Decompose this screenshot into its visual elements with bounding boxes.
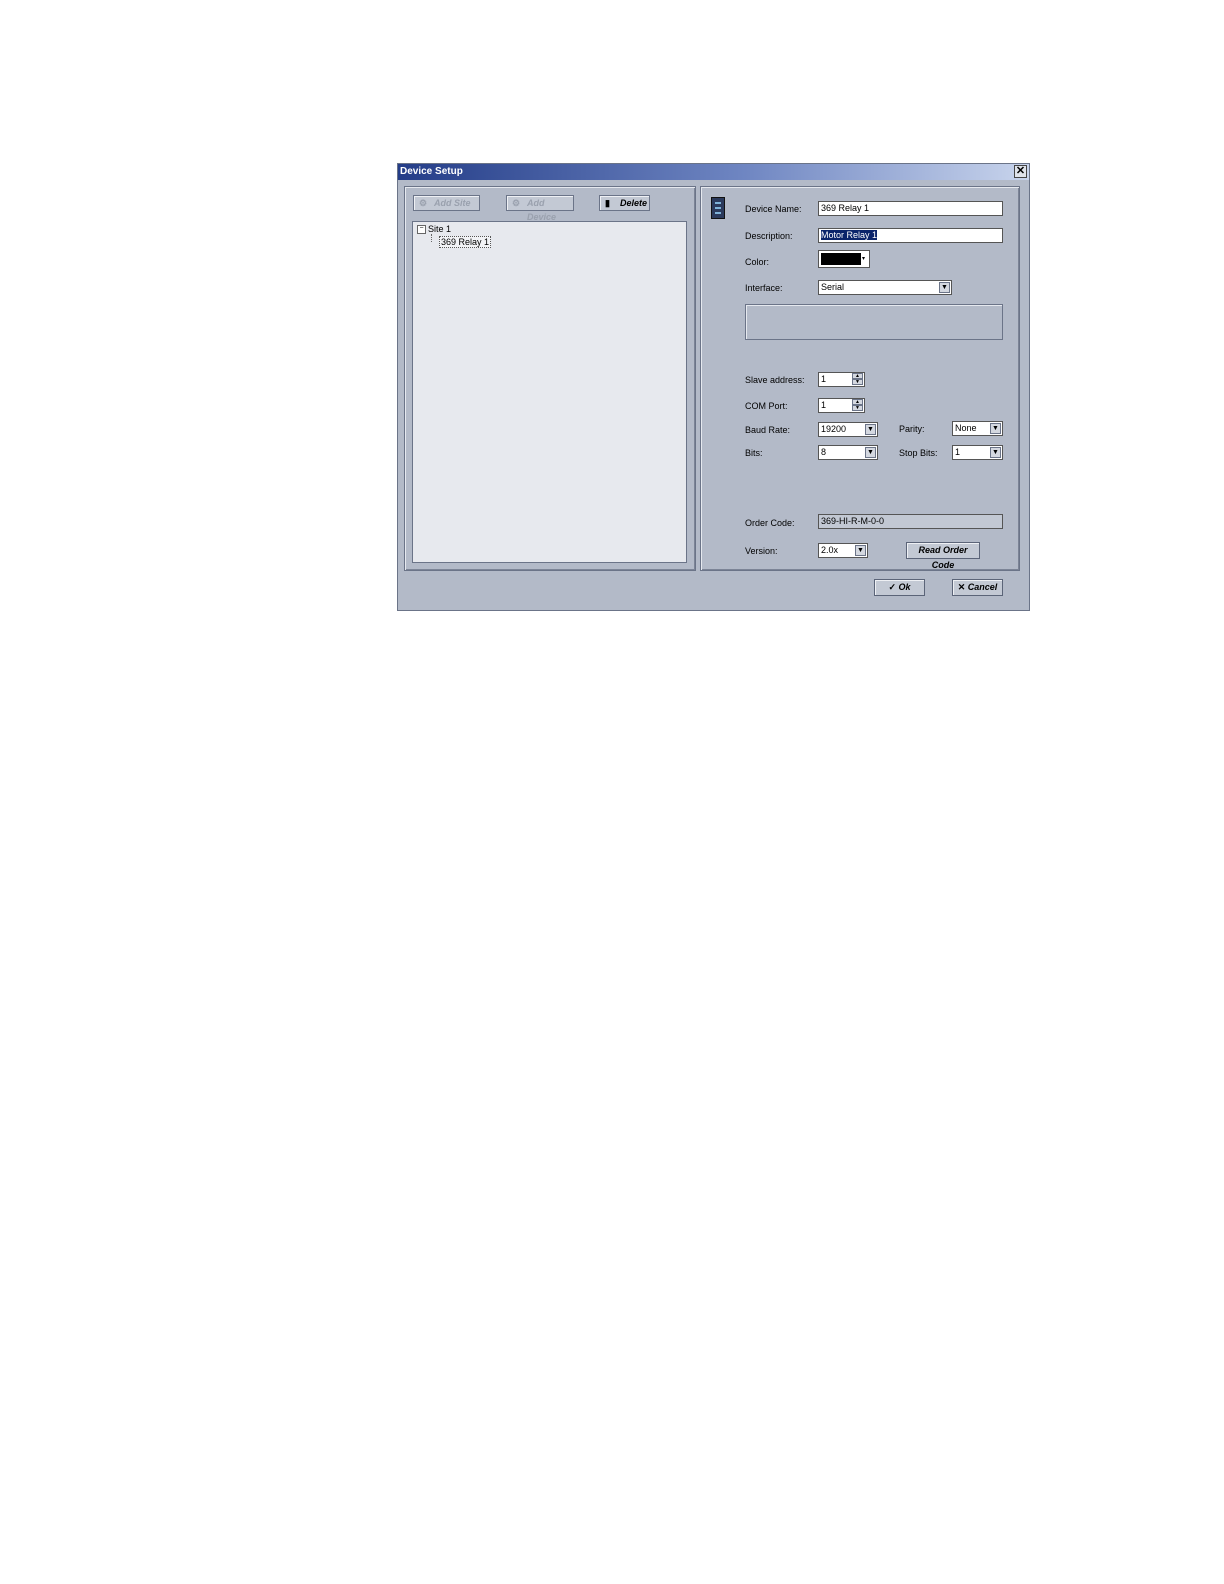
stop-bits-value: 1 [955, 447, 961, 457]
site-icon: ⚙ [419, 198, 428, 208]
chevron-down-icon[interactable]: ▼ [990, 447, 1001, 458]
slave-address-spinner[interactable]: 1 ▲ ▼ [818, 372, 865, 387]
baud-rate-label: Baud Rate: [745, 425, 791, 435]
collapse-icon[interactable]: − [417, 225, 426, 235]
com-port-spinner[interactable]: 1 ▲ ▼ [818, 398, 865, 413]
chevron-down-icon: ▾ [862, 256, 866, 262]
x-icon: ✕ [957, 582, 966, 592]
order-code-field: 369-HI-R-M-0-0 [818, 514, 1003, 529]
chevron-down-icon[interactable]: ▼ [939, 282, 950, 293]
chevron-down-icon[interactable]: ▼ [865, 424, 876, 435]
interface-value: Serial [821, 282, 845, 292]
ok-label: Ok [898, 582, 911, 592]
description-label: Description: [745, 231, 793, 241]
ok-button[interactable]: ✓ Ok [874, 579, 925, 596]
baud-rate-select[interactable]: 19200 ▼ [818, 422, 878, 437]
order-code-label: Order Code: [745, 518, 795, 528]
stop-bits-select[interactable]: 1 ▼ [952, 445, 1003, 460]
bits-label: Bits: [745, 448, 763, 458]
add-site-button[interactable]: ⚙ Add Site [413, 195, 480, 211]
spin-down-icon[interactable]: ▼ [852, 379, 863, 385]
bits-value: 8 [821, 447, 827, 457]
description-field[interactable]: Motor Relay 1 [818, 228, 1003, 243]
device-name-field[interactable]: 369 Relay 1 [818, 201, 1003, 216]
interface-settings-box [745, 304, 1003, 340]
parity-value: None [955, 423, 977, 433]
site-tree[interactable]: − Site 1 369 Relay 1 [412, 221, 687, 563]
add-site-label: Add Site [434, 198, 471, 208]
interface-label: Interface: [745, 283, 783, 293]
cancel-label: Cancel [967, 582, 998, 592]
color-swatch [821, 253, 861, 265]
slave-address-value: 1 [821, 374, 827, 384]
stop-bits-label: Stop Bits: [899, 448, 938, 458]
version-value: 2.0x [821, 545, 839, 555]
com-port-value: 1 [821, 400, 827, 410]
checkmark-icon: ✓ [888, 582, 896, 592]
color-label: Color: [745, 257, 770, 267]
cancel-button[interactable]: ✕ Cancel [952, 579, 1003, 596]
version-select[interactable]: 2.0x ▼ [818, 543, 868, 558]
com-port-label: COM Port: [745, 401, 788, 411]
baud-rate-value: 19200 [821, 424, 847, 434]
trash-icon: ▮ [605, 198, 610, 208]
device-properties-panel: Device Name: 369 Relay 1 Description: Mo… [700, 186, 1020, 571]
window-title: Device Setup [400, 166, 463, 177]
read-order-code-button[interactable]: Read Order Code [906, 542, 980, 570]
slave-address-label: Slave address: [745, 375, 805, 385]
site-tree-panel: ⚙ Add Site ⚙ Add Device ▮ Delete − Site 1… [404, 186, 696, 571]
device-add-icon: ⚙ [512, 198, 521, 208]
tree-site-label: Site 1 [428, 224, 452, 234]
chevron-down-icon[interactable]: ▼ [855, 545, 866, 556]
device-setup-dialog: Device Setup ✕ ⚙ Add Site ⚙ Add Device ▮… [397, 163, 1030, 611]
bits-select[interactable]: 8 ▼ [818, 445, 878, 460]
relay-device-icon [711, 197, 725, 219]
tree-item-device[interactable]: 369 Relay 1 [439, 236, 492, 248]
chevron-down-icon[interactable]: ▼ [990, 423, 1001, 434]
title-bar[interactable]: Device Setup ✕ [398, 164, 1029, 180]
color-picker[interactable]: ▾ [818, 250, 870, 268]
device-name-label: Device Name: [745, 204, 802, 214]
tree-item-site[interactable]: − Site 1 [417, 224, 452, 235]
close-button[interactable]: ✕ [1014, 165, 1027, 178]
version-label: Version: [745, 546, 778, 556]
delete-label: Delete [620, 198, 648, 208]
add-device-button[interactable]: ⚙ Add Device [506, 195, 574, 222]
chevron-down-icon[interactable]: ▼ [865, 447, 876, 458]
parity-label: Parity: [899, 424, 925, 434]
interface-select[interactable]: Serial ▼ [818, 280, 952, 295]
parity-select[interactable]: None ▼ [952, 421, 1003, 436]
tree-connector [431, 234, 433, 242]
description-value: Motor Relay 1 [821, 230, 878, 240]
spin-down-icon[interactable]: ▼ [852, 405, 863, 411]
add-device-label: Add Device [527, 198, 557, 222]
delete-button[interactable]: ▮ Delete [599, 195, 650, 211]
close-icon: ✕ [1015, 165, 1026, 177]
